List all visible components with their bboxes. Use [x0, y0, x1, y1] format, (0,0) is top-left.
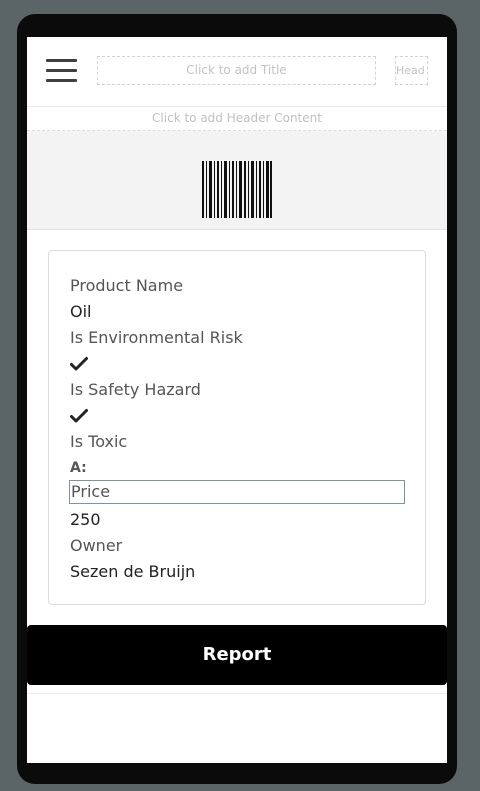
- title-placeholder[interactable]: Click to add Title: [97, 56, 376, 85]
- barcode-icon[interactable]: [202, 161, 272, 218]
- format-text-icon[interactable]: A:: [70, 459, 87, 477]
- safety-hazard-label: Is Safety Hazard: [70, 380, 201, 399]
- env-risk-check-icon: [70, 357, 88, 371]
- app-screen: Click to add Title Head Click to add Hea…: [27, 37, 447, 763]
- env-risk-label: Is Environmental Risk: [70, 328, 243, 347]
- product-details-card: Product Name Oil Is Environmental Risk I…: [48, 250, 426, 605]
- price-label[interactable]: Price: [69, 480, 405, 504]
- hamburger-icon[interactable]: [46, 59, 77, 83]
- toxic-label: Is Toxic: [70, 432, 128, 451]
- owner-value: Sezen de Bruijn: [70, 562, 196, 581]
- header-content-placeholder[interactable]: Click to add Header Content: [27, 107, 447, 131]
- bottom-divider: [27, 693, 447, 694]
- product-name-label: Product Name: [70, 276, 184, 295]
- product-name-value: Oil: [70, 302, 92, 321]
- owner-label: Owner: [70, 536, 123, 555]
- report-button[interactable]: Report: [27, 625, 447, 685]
- header-right-placeholder[interactable]: Head: [395, 56, 428, 85]
- barcode-band: [27, 131, 447, 230]
- price-value: 250: [70, 510, 101, 529]
- top-bar: Click to add Title Head: [27, 37, 447, 107]
- safety-hazard-check-icon: [70, 409, 88, 423]
